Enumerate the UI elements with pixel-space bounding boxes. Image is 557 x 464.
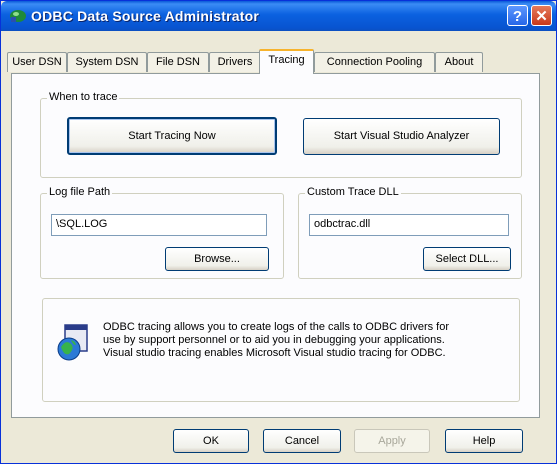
info-text: ODBC tracing allows you to create logs o…	[103, 321, 503, 360]
tab-user-dsn[interactable]: User DSN	[7, 52, 67, 72]
when-to-trace-label: When to trace	[47, 91, 120, 103]
tab-drivers[interactable]: Drivers	[209, 52, 261, 72]
apply-button[interactable]: Apply	[354, 429, 430, 453]
log-file-label: Log file Path	[47, 186, 113, 198]
odbc-globe-icon	[57, 324, 88, 361]
log-file-group: Log file Path \SQL.LOG Browse...	[40, 186, 284, 279]
help-title-button[interactable]: ?	[507, 5, 528, 26]
tab-tracing[interactable]: Tracing	[259, 49, 314, 74]
tracing-panel: When to trace Start Tracing Now Start Vi…	[11, 73, 540, 418]
custom-trace-dll-label: Custom Trace DLL	[305, 186, 401, 198]
odbc-app-icon	[10, 10, 26, 22]
log-file-path-field[interactable]: \SQL.LOG	[51, 214, 267, 236]
title-bar[interactable]: ODBC Data Source Administrator ? ✕	[1, 1, 556, 31]
start-tracing-button[interactable]: Start Tracing Now	[67, 117, 277, 155]
tab-system-dsn[interactable]: System DSN	[67, 52, 147, 72]
ok-button[interactable]: OK	[173, 429, 249, 453]
custom-trace-dll-group: Custom Trace DLL odbctrac.dll Select DLL…	[298, 186, 522, 279]
browse-button[interactable]: Browse...	[165, 247, 269, 271]
select-dll-button[interactable]: Select DLL...	[423, 247, 511, 271]
start-visual-studio-analyzer-button[interactable]: Start Visual Studio Analyzer	[303, 118, 500, 155]
close-button[interactable]: ✕	[531, 5, 552, 26]
dialog-window: ODBC Data Source Administrator ? ✕ User …	[0, 0, 557, 464]
info-box: ODBC tracing allows you to create logs o…	[42, 298, 520, 402]
custom-dll-field[interactable]: odbctrac.dll	[309, 214, 509, 236]
cancel-button[interactable]: Cancel	[263, 429, 341, 453]
question-icon: ?	[512, 8, 523, 25]
tab-file-dsn[interactable]: File DSN	[147, 52, 209, 72]
info-line-2: use by support personnel or to aid you i…	[103, 334, 445, 346]
tab-connection-pooling[interactable]: Connection Pooling	[314, 52, 435, 72]
tab-about[interactable]: About	[435, 52, 483, 72]
when-to-trace-group: When to trace Start Tracing Now Start Vi…	[40, 91, 522, 178]
info-line-3: Visual studio tracing enables Microsoft …	[103, 347, 446, 359]
close-icon: ✕	[535, 8, 548, 25]
help-button[interactable]: Help	[445, 429, 523, 453]
info-line-1: ODBC tracing allows you to create logs o…	[103, 321, 450, 333]
window-title: ODBC Data Source Administrator	[31, 8, 259, 24]
